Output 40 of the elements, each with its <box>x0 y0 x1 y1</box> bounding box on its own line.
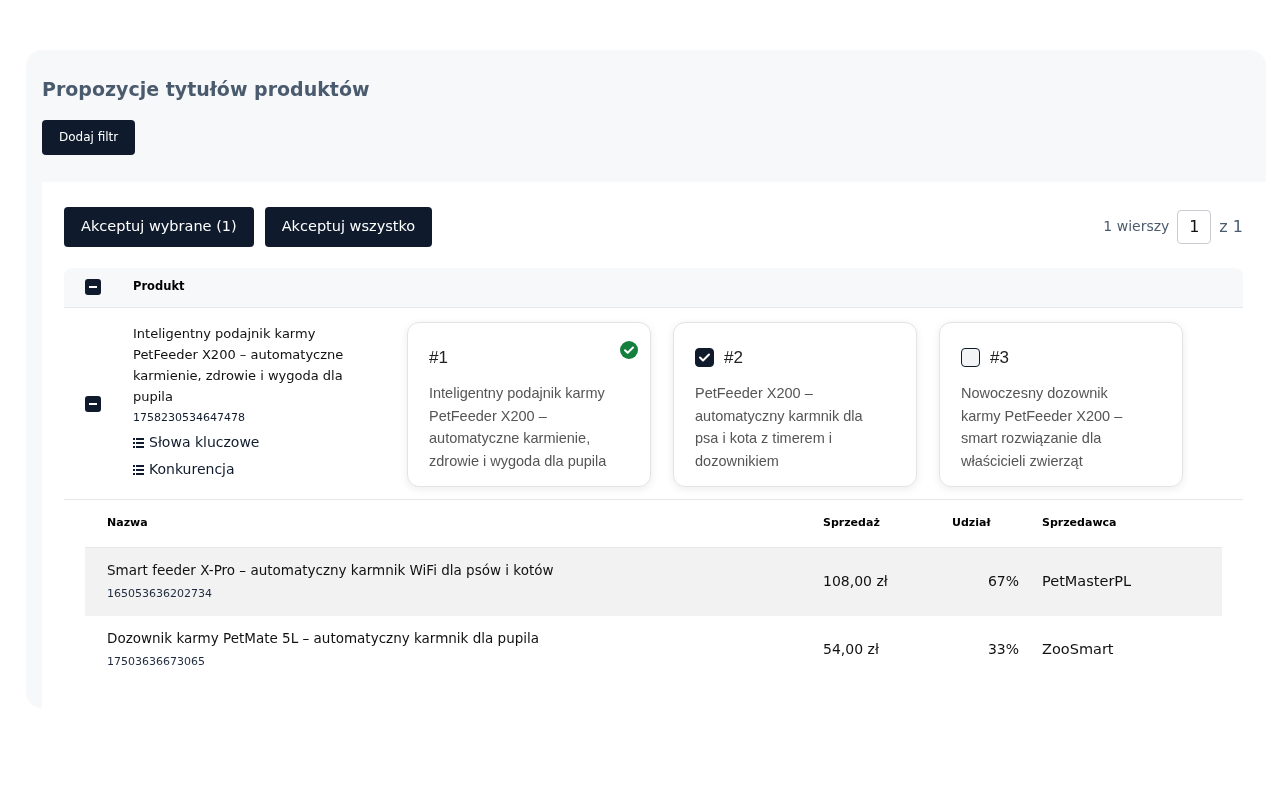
column-header: Produkt <box>133 278 185 296</box>
list-icon <box>133 437 144 448</box>
page-total: z 1 <box>1219 215 1243 238</box>
page-title: Propozycje tytułów produktów <box>42 77 371 102</box>
sales-value: 108,00 zł <box>823 572 889 591</box>
checkbox[interactable] <box>961 347 980 367</box>
column-header: Sprzedawca <box>1042 514 1117 531</box>
accept-button[interactable]: Akceptuj wszystko <box>264 206 433 247</box>
product-name: Inteligentny podajnik karmy PetFeeder X200 – automatyczne karmienie, zdrowie i wygoda dla pupila <box>133 324 345 406</box>
proposal-text: Inteligentny podajnik karmy PetFeeder X200 – automatyczne karmienie, zdrowie i wygoda dla pupila <box>429 384 608 471</box>
column-header: Sprzedaż <box>823 514 881 531</box>
list-link[interactable]: Konkurencja <box>133 459 373 480</box>
proposal-number: #1 <box>429 346 448 369</box>
list-link[interactable]: Słowa kluczowe <box>133 432 373 453</box>
competitor-name: Dozownik karmy PetMate 5L – automatyczny karmnik dla pupila <box>107 629 541 649</box>
product-id: 1758230534647478 <box>133 409 246 426</box>
list-icon <box>133 464 144 475</box>
check-circle-icon <box>620 340 638 359</box>
column-header: Udział <box>952 514 992 531</box>
accept-button[interactable]: Akceptuj wybrane (1) <box>64 206 254 247</box>
competitor-name: Smart feeder X-Pro – automatyczny karmnik WiFi dla psów i kotów <box>107 561 555 581</box>
check-icon <box>699 352 710 362</box>
proposal-number: #2 <box>724 346 743 369</box>
indeterminate-checkbox[interactable] <box>85 279 101 295</box>
sales-value: 54,00 zł <box>823 640 880 659</box>
add-filter-button[interactable]: Dodaj filtr <box>42 119 136 155</box>
rows-count: 1 wierszy <box>1103 217 1170 236</box>
seller-name: PetMasterPL <box>1042 571 1132 591</box>
proposal-text: Nowoczesny dozownik karmy PetFeeder X200 – smart rozwiązanie dla właścicieli zwierząt <box>961 384 1124 471</box>
share-value: 33% <box>986 640 1019 659</box>
competitor-id: 17503636673065 <box>107 654 206 671</box>
checkbox[interactable] <box>695 347 714 367</box>
column-header: Nazwa <box>107 514 149 531</box>
proposal-text: PetFeeder X200 – automatyczny karmnik dla psa i kota z timerem i dozownikiem <box>695 384 864 471</box>
proposal-number: #3 <box>990 346 1009 369</box>
share-value: 67% <box>986 572 1019 591</box>
competitor-id: 165053636202734 <box>107 586 213 603</box>
page-input[interactable]: 1 <box>1177 209 1212 244</box>
indeterminate-checkbox[interactable] <box>85 396 101 412</box>
seller-name: ZooSmart <box>1042 639 1114 659</box>
